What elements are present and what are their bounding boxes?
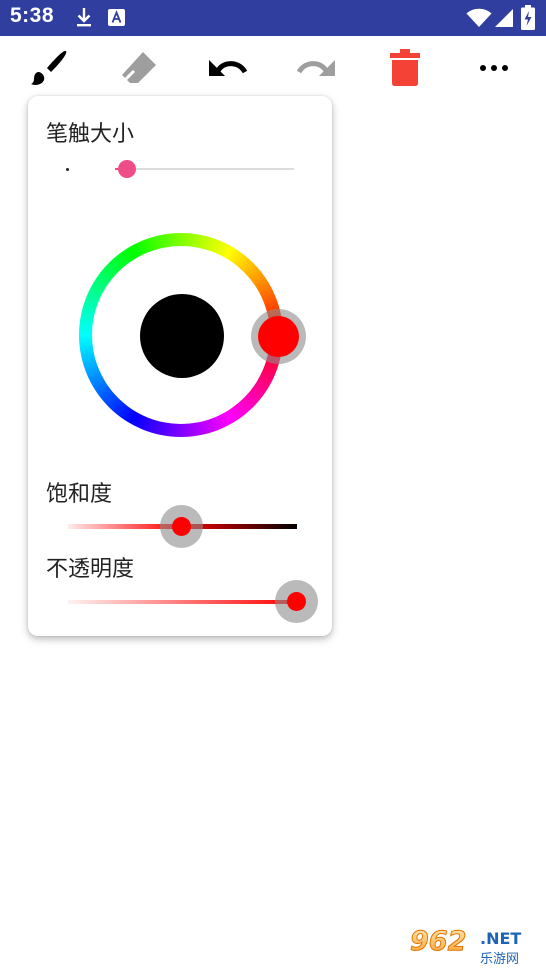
delete-button[interactable]	[383, 46, 427, 90]
undo-icon	[209, 60, 248, 76]
hue-thumb[interactable]	[258, 316, 299, 357]
status-time: 5:38	[10, 4, 55, 27]
redo-button[interactable]	[294, 46, 338, 90]
redo-icon	[296, 60, 335, 76]
battery-charging-icon	[521, 5, 535, 30]
opacity-slider-track[interactable]	[68, 600, 297, 604]
brush-settings-panel: 笔触大小 饱和度 不透明度	[28, 96, 332, 636]
brush-icon	[31, 50, 67, 85]
saturation-label: 饱和度	[46, 482, 113, 507]
brush-button[interactable]	[28, 46, 72, 90]
color-preview	[140, 294, 224, 378]
trash-icon	[390, 49, 420, 86]
undo-button[interactable]	[206, 46, 250, 90]
brush-size-slider-thumb[interactable]	[118, 160, 136, 178]
cellular-signal-icon	[495, 9, 513, 27]
opacity-slider-thumb[interactable]	[287, 592, 306, 611]
svg-text:.NET: .NET	[480, 929, 521, 948]
download-icon	[77, 8, 91, 27]
eraser-icon	[122, 52, 156, 83]
brush-size-label: 笔触大小	[46, 122, 135, 147]
more-button[interactable]	[472, 46, 516, 90]
brush-size-slider-track[interactable]	[122, 168, 294, 170]
saturation-slider-thumb[interactable]	[172, 517, 191, 536]
watermark-logo: 962 .NET 乐游网	[406, 923, 540, 967]
brush-size-min-indicator	[66, 168, 69, 171]
more-horizontal-icon	[480, 65, 508, 71]
a-notification-icon	[108, 9, 125, 26]
toolbar	[0, 36, 546, 98]
status-bar: 5:38	[0, 0, 546, 36]
opacity-label: 不透明度	[46, 557, 135, 582]
eraser-button[interactable]	[117, 46, 161, 90]
svg-text:962: 962	[410, 926, 466, 957]
svg-text:乐游网: 乐游网	[480, 952, 519, 967]
wifi-icon	[466, 8, 492, 27]
